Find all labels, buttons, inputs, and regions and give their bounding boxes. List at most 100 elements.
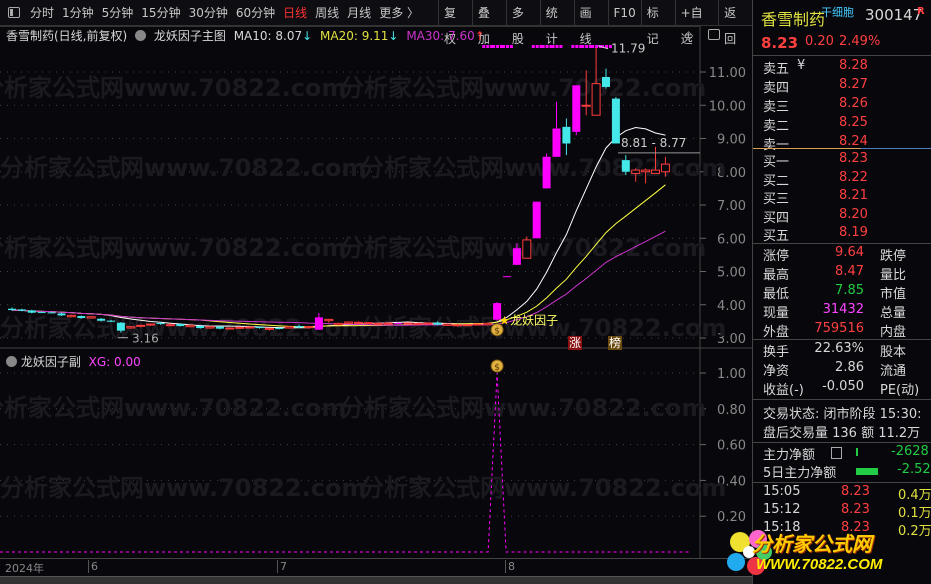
candle — [66, 314, 76, 318]
period-tab[interactable]: 月线 — [343, 4, 375, 21]
toolbar: 分时 1分钟 5分钟 15分钟 30分钟 60分钟 日线 周线 月线 更多 〉 复权 叠加 多股 统计画… — [0, 0, 752, 46]
indicator-dropdown-icon[interactable] — [6, 356, 17, 367]
period-tab[interactable]: 分时 — [26, 4, 58, 21]
price-tick-label: 9.00 — [717, 133, 746, 148]
low-price-label: 3.16 — [132, 332, 159, 346]
flow-bar — [856, 468, 878, 475]
toolbar-button[interactable]: 多股 — [505, 0, 540, 46]
candle — [602, 68, 610, 89]
signal-dot — [486, 45, 490, 48]
current-price-range-label: 8.81 - 8.77 — [621, 136, 686, 150]
tag-badge: 涨 — [569, 335, 581, 350]
toolbar-button[interactable]: 标记 — [640, 0, 675, 46]
period-tab[interactable]: 30分钟 — [185, 4, 232, 21]
candle — [542, 153, 551, 189]
toolbar-button[interactable]: 返回 — [718, 0, 752, 46]
stock-name: 香雪制药 — [761, 10, 826, 29]
concept-tag[interactable]: 干细胞 — [821, 4, 854, 20]
toolbar-button[interactable]: +自选 — [674, 0, 718, 46]
quote-header: 香雪制药 干细胞 300147 R — [753, 6, 931, 30]
signal-dot — [502, 45, 506, 48]
stat-row: 现量 31432 总量 — [763, 302, 907, 321]
sub-tick-label: 0.20 — [717, 510, 746, 525]
watermark-text: 分析家公式网www.70822.com — [340, 74, 706, 102]
bid-row: 买四 8.20 — [763, 206, 868, 226]
sub-tick-label: 1.00 — [717, 367, 746, 382]
stock-code: 300147 — [865, 6, 923, 24]
axis-year: 2024年 — [5, 562, 44, 575]
period-tab[interactable]: 日线 — [279, 4, 311, 21]
stat-row: 换手 22.63% 股本 — [763, 341, 907, 360]
period-tab[interactable]: 周线 — [311, 4, 343, 21]
detail-icon[interactable] — [831, 447, 842, 459]
svg-text:$: $ — [494, 363, 500, 373]
candle — [413, 322, 423, 325]
toolbar-button[interactable]: 叠加 — [471, 0, 506, 46]
candle — [443, 323, 453, 327]
watermark-text: 分析家公式网www.70822.com — [360, 474, 726, 502]
five-day-main-net-flow: 5日主力净额 -2.52 — [763, 462, 931, 481]
signal-dot — [509, 45, 513, 48]
stat-row: 涨停 9.64 跌停 — [763, 245, 907, 264]
stat-row: 净资 2.86 流通 — [763, 360, 907, 379]
horizontal-scrollbar[interactable] — [0, 576, 752, 584]
tag-badge: 榜 — [609, 335, 621, 350]
signal-dot — [492, 45, 496, 48]
watermark-text: 分析家公式网www.70822.com — [0, 234, 346, 262]
toolbar-button[interactable]: 画线 — [573, 0, 608, 46]
kline-chart[interactable]: 3.004.005.006.007.008.009.0010.0011.000.… — [0, 26, 752, 558]
axis-month: 6 — [88, 560, 98, 573]
svg-text:$: $ — [494, 327, 500, 337]
signal-dot — [545, 45, 549, 48]
candle — [482, 322, 492, 326]
price-tick-label: 11.00 — [709, 66, 746, 81]
panel-toggle-icon[interactable] — [8, 7, 20, 18]
period-tab[interactable]: 1分钟 — [58, 4, 98, 21]
toolbar-button[interactable]: F10 — [607, 0, 641, 26]
signal-dot — [535, 45, 539, 48]
money-bag-icon: $ — [490, 359, 504, 373]
toolbar-button[interactable]: 复权 — [438, 0, 472, 46]
candle — [503, 276, 511, 278]
trade-status: 交易状态: 闭市阶段 15:30: — [763, 407, 922, 422]
stat-row: 最低 7.85 市值 — [763, 283, 907, 302]
signal-dot — [591, 45, 595, 48]
candle — [423, 322, 433, 325]
signal-dot — [559, 45, 563, 48]
candle — [383, 322, 393, 325]
candle — [334, 322, 344, 326]
ask-row: 卖五 ¥8.28 — [763, 58, 868, 77]
period-tab[interactable]: 5分钟 — [98, 4, 138, 21]
xg-value: XG: 0.00 — [88, 355, 141, 369]
period-tab[interactable]: 60分钟 — [232, 4, 279, 21]
candle — [245, 326, 255, 329]
stat-row: 收益(-) -0.050 PE(动) — [763, 379, 920, 398]
price-tick-label: 5.00 — [717, 266, 746, 281]
flow-bar — [856, 448, 858, 456]
signal-dot — [581, 45, 585, 48]
candle — [562, 118, 571, 156]
period-tab[interactable]: 15分钟 — [137, 4, 184, 21]
candle — [472, 323, 482, 326]
ask-row: 卖二 8.25 — [763, 115, 868, 134]
signal-dot — [551, 45, 555, 48]
signal-dot — [506, 45, 509, 48]
bid-row: 买一 8.23 — [763, 151, 868, 170]
price-tick-label: 4.00 — [717, 299, 746, 314]
toolbar-button[interactable]: 统计 — [539, 0, 574, 46]
candle — [403, 322, 413, 325]
candle — [611, 96, 620, 144]
watermark-logo: 分析家公式网 WWW.70822.COM — [722, 524, 931, 584]
rzrq-badge: R — [917, 6, 925, 17]
signal-dot — [575, 45, 579, 48]
signal-dot — [595, 45, 599, 48]
tick-row: 15:05 8.23 0.4万 — [763, 484, 931, 503]
bid-row: 买五 8.19 — [763, 225, 868, 244]
price-change-pct: 2.49% — [839, 34, 881, 49]
yen-icon[interactable]: ¥ — [797, 58, 805, 73]
candle — [522, 236, 532, 259]
candle — [205, 326, 215, 329]
signal-dot — [555, 45, 559, 48]
sub-indicator-name[interactable]: 龙妖因子副 — [21, 355, 81, 369]
period-tab[interactable]: 更多 〉 — [375, 4, 423, 21]
